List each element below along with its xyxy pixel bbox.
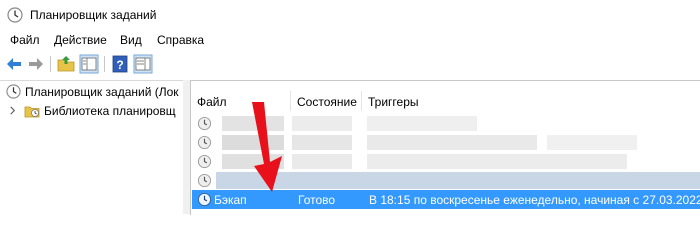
menu-bar: Файл Действие Вид Справка [0, 30, 700, 50]
blurred-cell [367, 116, 477, 131]
task-trigger-cell: В 18:15 по воскресенье еженедельно, начи… [369, 193, 700, 207]
menu-file[interactable]: Файл [10, 33, 40, 47]
task-clock-icon [197, 135, 212, 150]
show-hide-tree-icon[interactable] [79, 54, 99, 74]
task-scheduler-icon [7, 7, 23, 23]
task-state-cell: Готово [298, 193, 336, 207]
annotation-arrow-icon [252, 102, 282, 192]
task-clock-icon [197, 116, 212, 131]
forward-icon[interactable] [26, 54, 46, 74]
toolbar-separator [104, 56, 105, 72]
back-icon[interactable] [4, 54, 24, 74]
menu-view[interactable]: Вид [120, 33, 142, 47]
navigation-tree: Планировщик заданий (Лок Библиотека план… [0, 80, 183, 215]
up-folder-icon[interactable] [56, 54, 76, 74]
toolbar: ? [0, 50, 700, 78]
pane-splitter[interactable] [183, 80, 190, 214]
tree-root-label: Планировщик заданий (Лок [25, 85, 179, 99]
task-clock-icon [197, 154, 212, 169]
library-folder-icon [24, 106, 40, 118]
tree-item-library[interactable]: Библиотека планировщ [0, 102, 183, 120]
task-scheduler-icon [6, 84, 21, 99]
help-icon[interactable]: ? [110, 54, 130, 74]
tree-library-label: Библиотека планировщ [44, 104, 176, 118]
window-title: Планировщик заданий [30, 8, 157, 22]
blurred-cell [367, 154, 627, 169]
chevron-right-icon[interactable] [8, 106, 17, 115]
task-clock-icon [197, 173, 212, 188]
tree-item-root[interactable]: Планировщик заданий (Лок [0, 83, 183, 101]
title-bar: Планировщик заданий [0, 0, 700, 30]
task-clock-icon [197, 192, 212, 207]
menu-action[interactable]: Действие [54, 33, 107, 47]
menu-help[interactable]: Справка [157, 33, 204, 47]
blurred-cell [547, 135, 637, 150]
column-header-triggers[interactable]: Триггеры [362, 91, 699, 111]
properties-icon[interactable] [133, 54, 153, 74]
svg-text:?: ? [116, 58, 123, 72]
blurred-cell [367, 135, 537, 150]
toolbar-separator [50, 56, 51, 72]
